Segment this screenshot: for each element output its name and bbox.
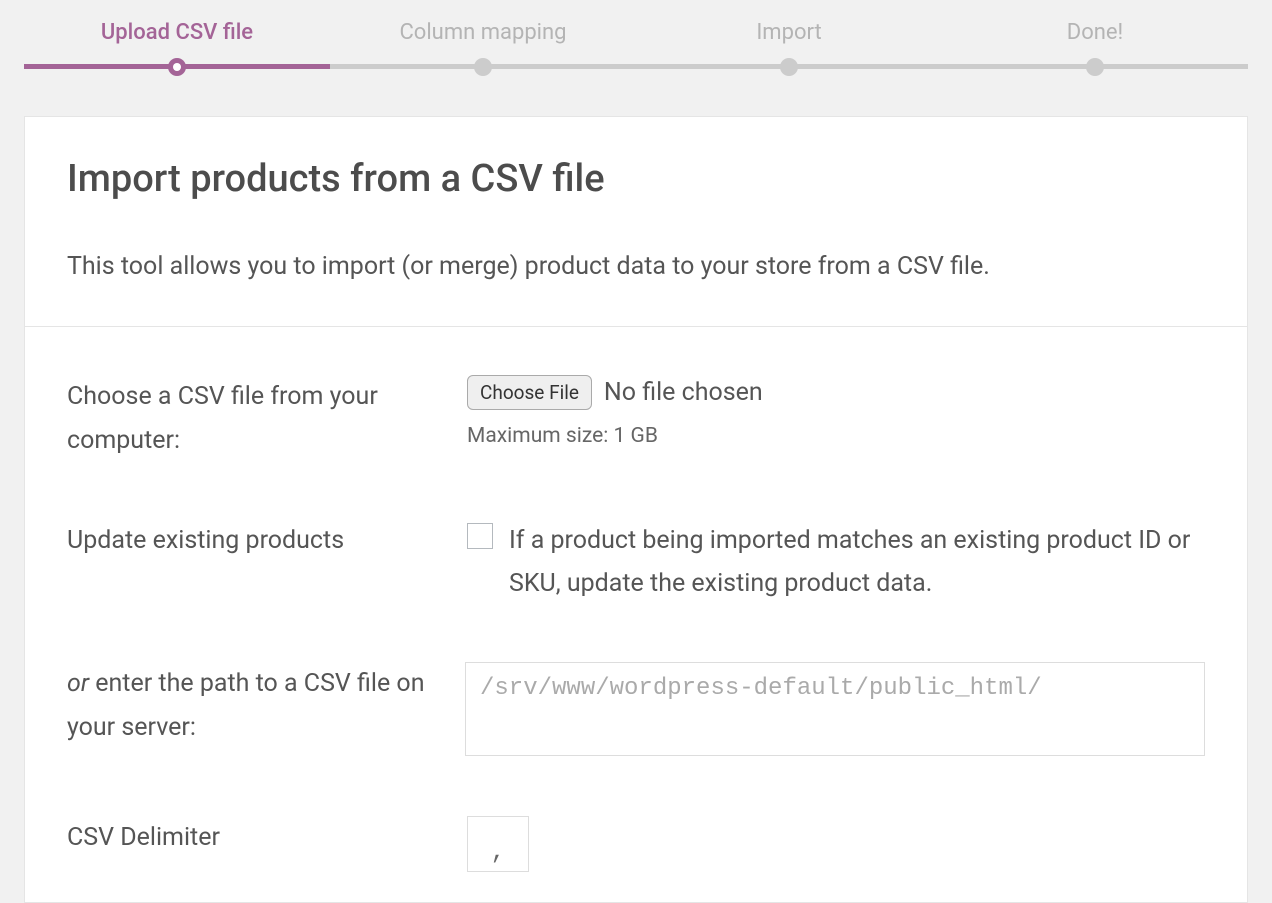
file-chooser: Choose File No file chosen: [467, 375, 1205, 410]
page-title: Import products from a CSV file: [67, 157, 1205, 201]
step-dot-icon: [474, 58, 492, 76]
step-label: Import: [636, 20, 942, 59]
choose-file-label: Choose a CSV file from your computer:: [67, 375, 467, 463]
step-label: Done!: [942, 20, 1248, 59]
import-card: Import products from a CSV file This too…: [24, 116, 1248, 903]
page-description: This tool allows you to import (or merge…: [67, 249, 1205, 284]
step-column-mapping[interactable]: Column mapping: [330, 20, 636, 59]
update-existing-label: Update existing products: [67, 519, 467, 563]
form-row-server-path: or enter the path to a CSV file on your …: [67, 662, 1205, 760]
form-row-choose-file: Choose a CSV file from your computer: Ch…: [67, 375, 1205, 463]
step-upload-csv[interactable]: Upload CSV file: [24, 20, 330, 59]
form-row-delimiter: CSV Delimiter: [67, 816, 1205, 872]
step-done[interactable]: Done!: [942, 20, 1248, 59]
card-header: Import products from a CSV file This too…: [25, 117, 1247, 327]
step-label: Upload CSV file: [24, 20, 330, 59]
step-label: Column mapping: [330, 20, 636, 59]
step-dot-icon: [168, 58, 186, 76]
card-body: Choose a CSV file from your computer: Ch…: [25, 327, 1247, 902]
step-dot-icon: [1086, 58, 1104, 76]
server-path-label: or enter the path to a CSV file on your …: [67, 662, 465, 750]
progress-stepper: Upload CSV file Column mapping Import Do…: [24, 20, 1248, 82]
update-existing-checkbox[interactable]: [467, 523, 493, 549]
form-row-update-existing: Update existing products If a product be…: [67, 519, 1205, 607]
step-dot-icon: [780, 58, 798, 76]
file-status-text: No file chosen: [604, 378, 763, 407]
delimiter-label: CSV Delimiter: [67, 816, 467, 860]
delimiter-input[interactable]: [467, 816, 529, 872]
file-size-hint: Maximum size: 1 GB: [467, 424, 1205, 448]
server-path-input[interactable]: [465, 662, 1205, 756]
update-existing-description: If a product being imported matches an e…: [509, 519, 1205, 607]
choose-file-button[interactable]: Choose File: [467, 375, 592, 410]
step-import[interactable]: Import: [636, 20, 942, 59]
